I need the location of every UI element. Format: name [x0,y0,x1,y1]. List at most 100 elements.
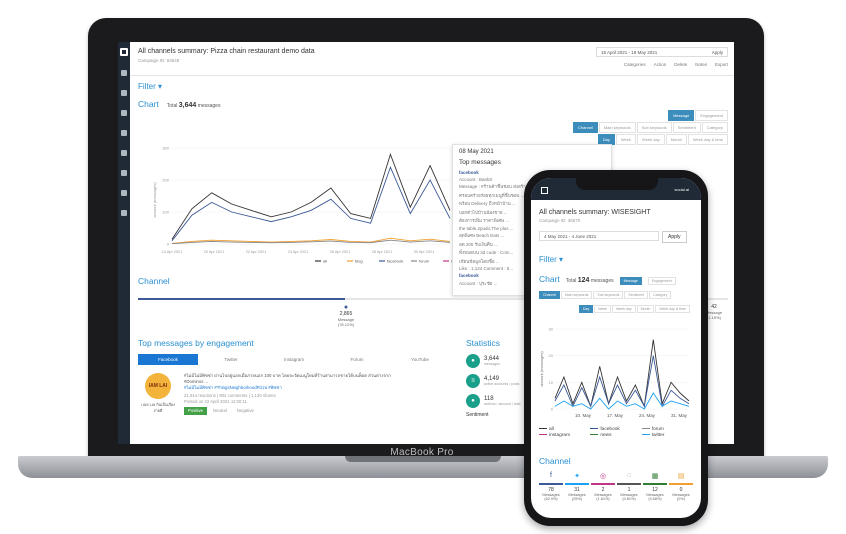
chart-icon[interactable] [121,70,127,76]
tab-instagram[interactable]: Instagram [264,354,324,365]
facebook-icon[interactable] [121,90,127,96]
chat-icon: ● [466,354,480,368]
news-icon: ▦ [651,473,659,480]
phone-tab-week-day[interactable]: Week day [612,305,636,313]
phone-tab-month[interactable]: Month [636,305,655,313]
tab-category[interactable]: Category [701,122,728,133]
tab-negative[interactable]: Negative [233,407,258,415]
phone-tab-week[interactable]: Week [594,305,612,313]
filter-label: Filter [138,82,156,91]
legend-label: all [323,259,327,264]
export-button[interactable]: Export [715,62,728,67]
tab-main-keywords[interactable]: Main keywords [598,122,636,133]
tab-facebook[interactable]: Facebook [138,354,198,365]
account-name[interactable]: I AM LAI กินเป็นเรื่องง่ายดี [138,402,178,414]
twitter-icon[interactable] [121,110,127,116]
phone-tab-sentiment[interactable]: Sentiment [624,291,649,299]
toolbar: Categories Action Delete Notes Export [624,62,728,67]
facebook-icon: ● [343,304,349,311]
x-tick-label: 10. May [575,413,592,418]
channel-share-fill [138,298,345,300]
phone-channel-pct: (9.68%) [648,497,662,501]
phone-tab-sub-keywords[interactable]: Sub keywords [593,291,624,299]
tab-neutral[interactable]: Neutral [209,407,231,415]
legend-label: blog [355,259,363,264]
tab-week[interactable]: Week [615,134,636,145]
legend-facebook[interactable]: facebook [590,427,641,432]
channel-facebook[interactable]: ● 2,865 Message (78.12%) [334,304,358,327]
legend-twitter[interactable]: twitter [641,433,693,438]
tab-sub-keywords[interactable]: Sub keywords [636,122,672,133]
tab-forum[interactable]: Forum [327,354,387,365]
x-tick-label: 24. May [639,413,656,418]
phone-channel-item[interactable]: ✦ 31 Messages (25%) [565,472,589,501]
tab-twitter[interactable]: Twitter [201,354,261,365]
chart-title: Chart [138,99,159,109]
phone-date-range[interactable]: 4 May 2021 - 4 June 2021 [539,231,659,241]
app-logo-icon[interactable] [120,48,128,56]
phone-channel-pct: (0%) [676,497,686,501]
channel-pct: (78.12%) [337,322,355,327]
tab-engagement[interactable]: Engagement [695,110,728,121]
tab-week-day-time[interactable]: Week day & time [687,134,728,145]
phone-tab-channel[interactable]: Channel [539,291,561,299]
phone-tab-main-keywords[interactable]: Main keywords [561,291,593,299]
avatar[interactable]: IAM LAI [145,373,171,399]
phone-tab-engagement[interactable]: Engagement [647,277,676,285]
x-tick-label: 28 Apr 2021 [372,250,392,254]
date-range-picker[interactable]: 18 April 2021 - 18 May 2021 Apply [596,47,728,57]
notes-button[interactable]: Notes [695,62,707,67]
phone-filter-toggle[interactable]: Filter ▾ [539,255,693,264]
legend-instagram[interactable]: instagram [539,433,590,438]
youtube-icon[interactable] [121,210,127,216]
action-button[interactable]: Action [654,62,667,67]
post-hashtags[interactable]: #ไม่มีไม่มีพิซซ่า #ThingsNeighborhoodPiz… [184,385,404,391]
instagram-icon[interactable] [121,130,127,136]
metric-tabs: Message Engagement [668,110,728,121]
phone-channel-item[interactable]: ◌ 1 Messages (0.81%) [617,472,641,501]
delete-button[interactable]: Delete [674,62,687,67]
phone-apply-button[interactable]: Apply [662,231,687,243]
tab-channel[interactable]: Channel [573,122,598,133]
source-tabs: Facebook Twitter Instagram Forum YouTube [138,354,456,365]
y-tick-label: 200 [162,178,169,183]
phone-line-chart[interactable]: 30 20 10 0 amount (messages) 10. May 17. May 24… [539,323,693,419]
phone-filter-label: Filter [539,255,557,264]
phone-tab-day[interactable]: Day [579,305,594,313]
blog-icon[interactable] [121,190,127,196]
news-icon[interactable] [121,170,127,176]
apply-button[interactable]: Apply [712,50,723,55]
phone-tab-week-day-time[interactable]: Week day & time [655,305,690,313]
comment-icon: ● [466,394,480,408]
tab-positive[interactable]: Positive [184,407,208,415]
phone-channel-pct: (0.81%) [622,497,636,501]
tab-message[interactable]: Message [668,110,695,121]
phone-channel-item[interactable]: ▤ 0 Messages (0%) [669,472,693,501]
categories-button[interactable]: Categories [624,62,646,67]
tab-youtube[interactable]: YouTube [390,354,450,365]
phone-tab-message[interactable]: Message [619,277,642,285]
phone-channel-value: 78 [539,483,563,493]
legend-forum[interactable]: forum [641,427,693,432]
tab-sentiment[interactable]: Sentiment [672,122,701,133]
stat-label: authors / account / total [484,402,521,406]
phone-tab-category[interactable]: Category [649,291,672,299]
tab-month[interactable]: Month [665,134,687,145]
sentiment-tabs: Positive Neutral Negative [184,407,404,415]
legend-news[interactable]: news [590,433,641,438]
chart-total: Total 3,644 messages [167,102,221,109]
phone-page-title: All channels summary: WISESIGHT [539,209,651,216]
facebook-icon: f [550,472,552,479]
legend-all[interactable]: all [539,427,590,432]
app-logo-icon[interactable] [541,187,548,194]
legend-label: instagram [549,433,571,438]
header: All channels summary: Pizza chain restau… [130,42,734,76]
filter-toggle[interactable]: Filter ▾ [130,76,734,97]
phone-channel-item[interactable]: ▦ 12 Messages (9.68%) [643,472,667,501]
phone-channel-value: 2 [591,483,615,493]
tab-week-day[interactable]: Week day [636,134,665,145]
y-tick-label: 300 [162,146,169,151]
phone-channel-item[interactable]: ◎ 2 Messages (1.61%) [591,472,615,501]
forum-icon[interactable] [121,150,127,156]
phone-channel-item[interactable]: f 78 Messages (62.9%) [539,472,563,501]
